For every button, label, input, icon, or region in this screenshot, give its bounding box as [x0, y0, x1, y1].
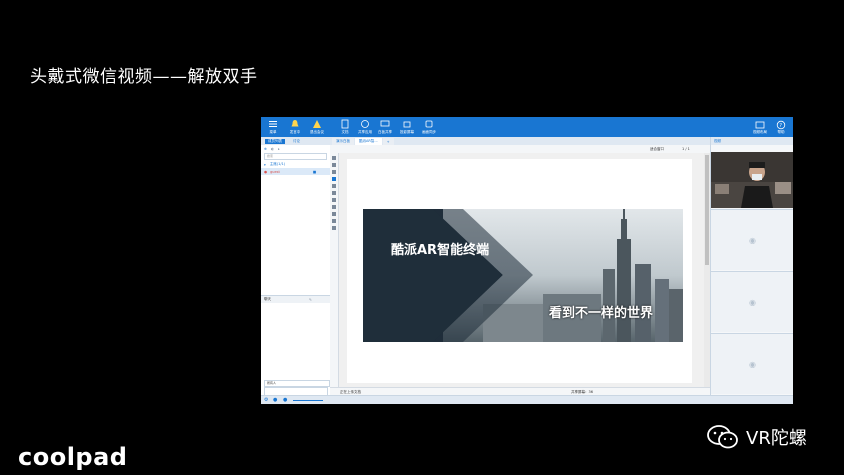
video-slot[interactable]: ◉: [711, 333, 793, 394]
slide-title: 头戴式微信视频——解放双手: [30, 67, 258, 87]
line-icon[interactable]: [332, 184, 336, 188]
bell-icon: [291, 120, 299, 127]
settings-icon[interactable]: ⚙: [264, 397, 268, 403]
coolpad-logo: coolpad: [18, 443, 128, 471]
text-icon[interactable]: [332, 198, 336, 202]
member-tools: ⊕ ◐ ▸: [261, 145, 330, 152]
camera-icon[interactable]: ▸: [278, 147, 280, 151]
slide-subheadline: 看到不一样的世界: [549, 306, 654, 321]
video-panel: 视频 ◉ ◉ ◉: [710, 137, 793, 403]
settings-icon[interactable]: [332, 226, 336, 230]
document-tabs: 演示白板 酷派AR智... +: [330, 137, 712, 145]
remote-video[interactable]: [711, 152, 793, 208]
video-panel-title: 视频: [711, 137, 793, 145]
member-panel: 成员列表 讨论 ⊕ ◐ ▸ 搜索 ▾ 主席(1/1) ● guest ■ 聊天 …: [261, 137, 333, 404]
svg-text:?: ?: [779, 123, 782, 129]
mic-icon[interactable]: ◐: [271, 147, 274, 151]
zoom-select[interactable]: 适合窗口: [650, 147, 664, 152]
wechat-icon: [707, 425, 738, 449]
menu-icon: [269, 121, 277, 127]
camera-placeholder-icon: ◉: [749, 297, 756, 307]
highlighter-icon[interactable]: [332, 177, 336, 181]
video-slot[interactable]: ◉: [711, 209, 793, 270]
toolbar-sync-button[interactable]: 画面同步: [419, 119, 439, 136]
chat-target-select[interactable]: 所有人: [264, 380, 330, 387]
whiteboard-icon: [380, 120, 390, 127]
toolbar-project-button[interactable]: 投影屏幕: [397, 119, 417, 136]
rectangle-icon[interactable]: [332, 191, 336, 195]
warning-icon: [313, 120, 321, 128]
wechat-account-name: VR陀螺: [746, 428, 807, 449]
toolbar-doc-button[interactable]: 文档: [335, 119, 355, 136]
layout-icon: [755, 121, 765, 129]
video-slot[interactable]: ◉: [711, 271, 793, 332]
conference-app-screenshot: 菜单 发言中 退出会议 文档 共享应用 白板共享 投影屏幕 画面同步 视频布局 …: [261, 117, 793, 404]
member-row[interactable]: ● guest ■: [261, 168, 330, 175]
toolbar-layout-button[interactable]: 视频布局: [753, 120, 767, 135]
pointer-icon[interactable]: [332, 156, 336, 160]
toolbar-menu-button[interactable]: 菜单: [263, 119, 283, 136]
app-toolbar: 菜单 发言中 退出会议 文档 共享应用 白板共享 投影屏幕 画面同步 视频布局 …: [261, 117, 793, 137]
help-icon: ?: [776, 120, 786, 130]
camera-placeholder-icon: ◉: [749, 235, 756, 245]
mic-toggle-icon[interactable]: ●: [283, 397, 287, 403]
chat-section-header: 聊天 ✎: [261, 295, 333, 303]
toolbar-speak-button[interactable]: 发言中: [285, 119, 305, 136]
document-icon: [341, 119, 349, 129]
toolbar-help-button[interactable]: ? 帮助: [776, 120, 786, 135]
sync-icon: [425, 120, 433, 128]
chevron-down-icon: ▾: [264, 162, 266, 167]
toolbar-exit-button[interactable]: 退出会议: [307, 119, 327, 136]
pen-icon[interactable]: [332, 170, 336, 174]
slide-headline: 酷派AR智能终端: [391, 243, 490, 258]
user-icon: ●: [264, 169, 268, 174]
clear-icon[interactable]: [332, 219, 336, 223]
video-feed-graphic: [711, 152, 793, 208]
add-tab-button[interactable]: +: [382, 138, 394, 145]
tab-discussion[interactable]: 讨论: [293, 139, 300, 144]
group-header[interactable]: ▾ 主席(1/1): [261, 161, 330, 168]
share-icon: [361, 120, 369, 128]
tab-ar-doc[interactable]: 酷派AR智...: [355, 138, 382, 145]
video-on-icon[interactable]: ■: [313, 170, 316, 174]
add-member-icon[interactable]: ⊕: [264, 147, 267, 151]
laser-icon[interactable]: [332, 163, 336, 167]
wechat-watermark: VR陀螺: [706, 424, 807, 450]
slide-diagonal-shape: [363, 209, 533, 342]
chat-history: [264, 303, 326, 378]
member-search-input[interactable]: 搜索: [264, 153, 327, 160]
page-indicator[interactable]: 1 / 1: [682, 147, 690, 151]
toolbar-whiteboard-button[interactable]: 白板共享: [375, 119, 395, 136]
image-icon[interactable]: [332, 205, 336, 209]
volume-slider[interactable]: [293, 400, 323, 401]
eraser-icon[interactable]: [332, 212, 336, 216]
toolbar-share-app-button[interactable]: 共享应用: [355, 119, 375, 136]
annotation-tools: [330, 153, 339, 393]
tab-whiteboard[interactable]: 演示白板: [332, 138, 354, 145]
tab-members[interactable]: 成员列表: [265, 138, 285, 144]
bottom-control-bar: ⚙ ● ●: [261, 395, 793, 404]
projector-icon: [403, 121, 411, 128]
edit-icon[interactable]: ✎: [309, 298, 312, 302]
camera-toggle-icon[interactable]: ●: [273, 397, 277, 403]
camera-placeholder-icon: ◉: [749, 359, 756, 369]
shared-slide: 酷派AR智能终端 看到不一样的世界: [363, 209, 683, 342]
